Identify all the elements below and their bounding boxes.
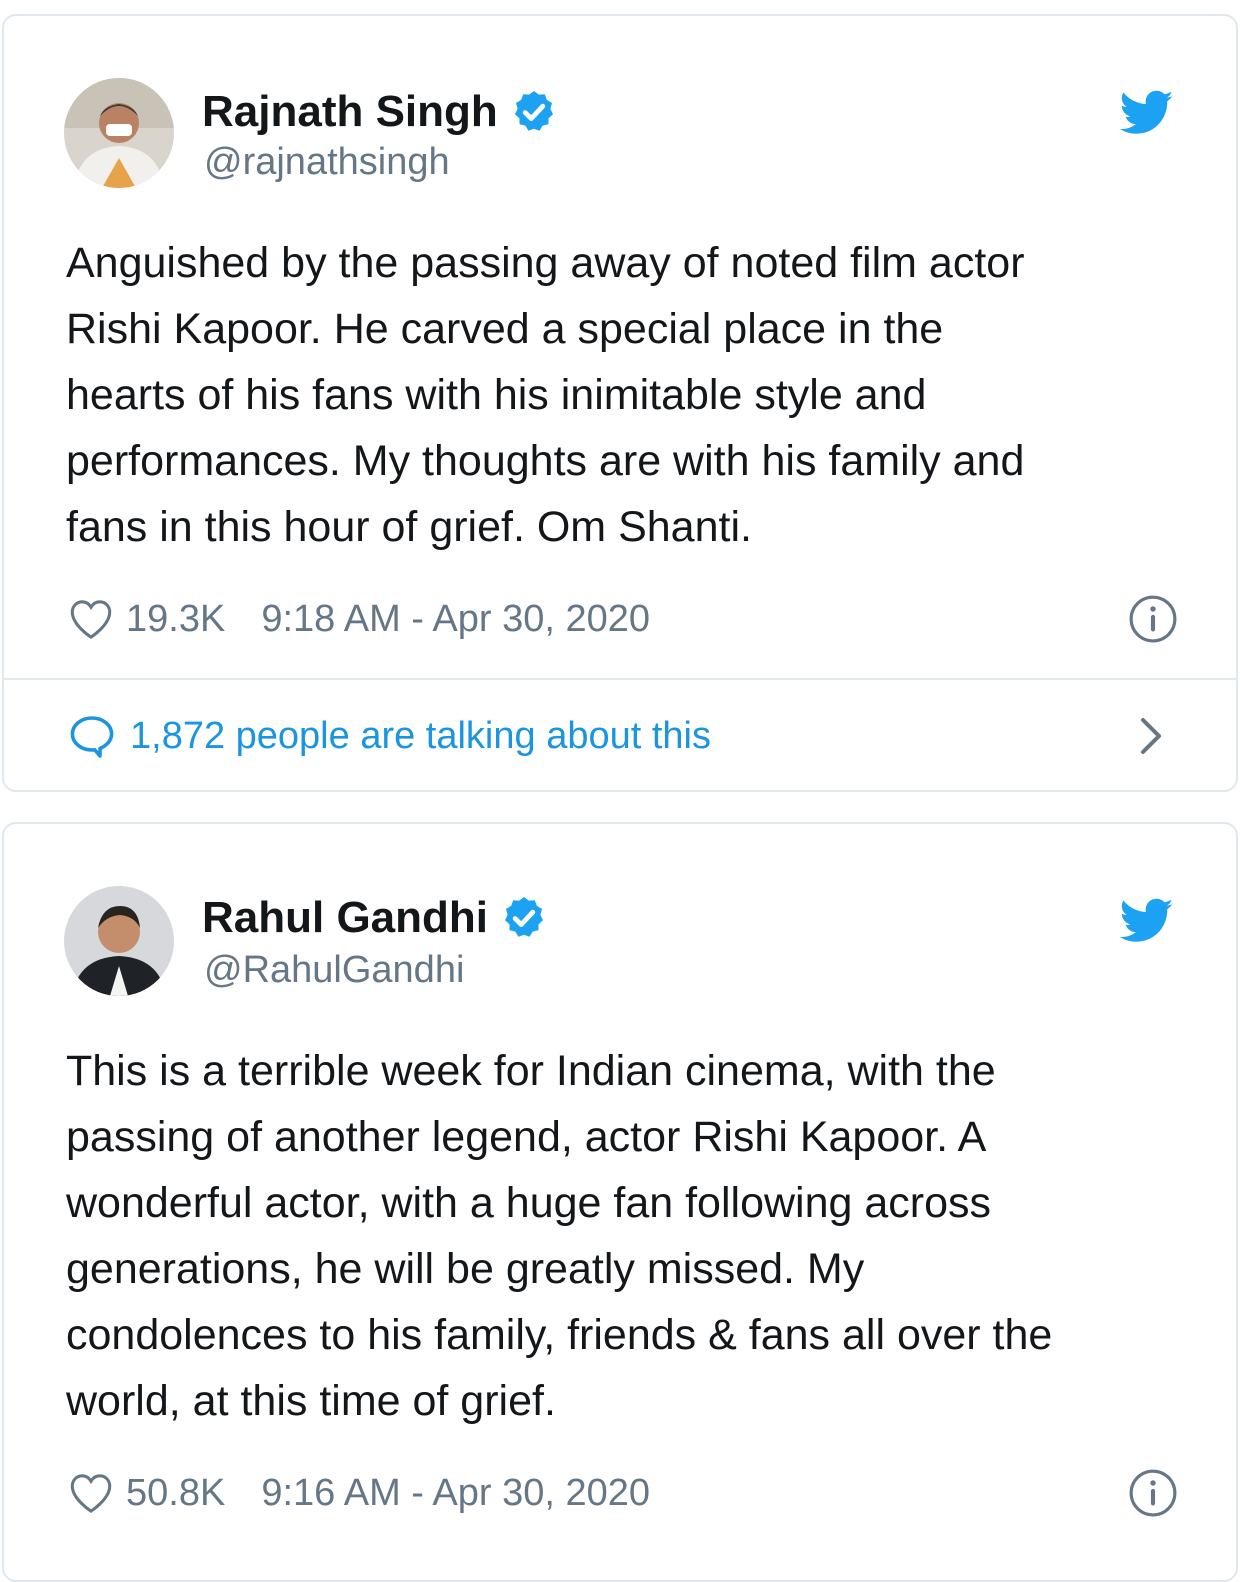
- twitter-bird-icon[interactable]: [1120, 898, 1174, 944]
- timestamp[interactable]: 9:18 AM - Apr 30, 2020: [261, 598, 650, 641]
- tweet-meta: 50.8K 9:16 AM - Apr 30, 2020: [68, 1468, 650, 1518]
- heart-icon[interactable]: [68, 1472, 114, 1514]
- like-count[interactable]: 19.3K: [126, 598, 225, 641]
- info-icon[interactable]: [1128, 1468, 1178, 1518]
- author-name[interactable]: Rajnath Singh: [202, 86, 498, 138]
- avatar-photo: [64, 886, 174, 996]
- info-icon[interactable]: [1128, 594, 1178, 644]
- heart-icon[interactable]: [68, 598, 114, 640]
- avatar-photo: [64, 78, 174, 188]
- author-name-row: Rahul Gandhi: [202, 892, 548, 944]
- conversation-link[interactable]: 1,872 people are talking about this: [68, 711, 711, 761]
- timestamp[interactable]: 9:16 AM - Apr 30, 2020: [261, 1472, 650, 1515]
- twitter-bird-icon[interactable]: [1120, 90, 1174, 136]
- author-handle[interactable]: @rajnathsingh: [204, 140, 450, 184]
- tweet-meta: 19.3K 9:18 AM - Apr 30, 2020: [68, 594, 650, 644]
- tweet-card[interactable]: Rahul Gandhi @RahulGandhi This is a terr…: [2, 822, 1238, 1582]
- tweet-text: This is a terrible week for Indian cinem…: [66, 1047, 1053, 1425]
- author-name-row: Rajnath Singh: [202, 86, 558, 138]
- verified-badge-icon: [505, 897, 543, 937]
- tweet-text: Anguished by the passing away of noted f…: [66, 239, 1025, 551]
- reply-bubble-icon: [70, 716, 114, 758]
- verified-badge-icon: [514, 91, 553, 131]
- author-name[interactable]: Rahul Gandhi: [202, 892, 488, 944]
- tweet-card[interactable]: Rajnath Singh @rajnathsingh Anguished by…: [2, 14, 1238, 792]
- divider: [4, 678, 1236, 680]
- chevron-right-icon[interactable]: [1136, 716, 1166, 756]
- author-handle[interactable]: @RahulGandhi: [204, 948, 464, 992]
- conversation-count: 1,872 people are talking about this: [130, 714, 711, 757]
- like-count[interactable]: 50.8K: [126, 1472, 225, 1515]
- avatar[interactable]: [64, 78, 174, 188]
- avatar[interactable]: [64, 886, 174, 996]
